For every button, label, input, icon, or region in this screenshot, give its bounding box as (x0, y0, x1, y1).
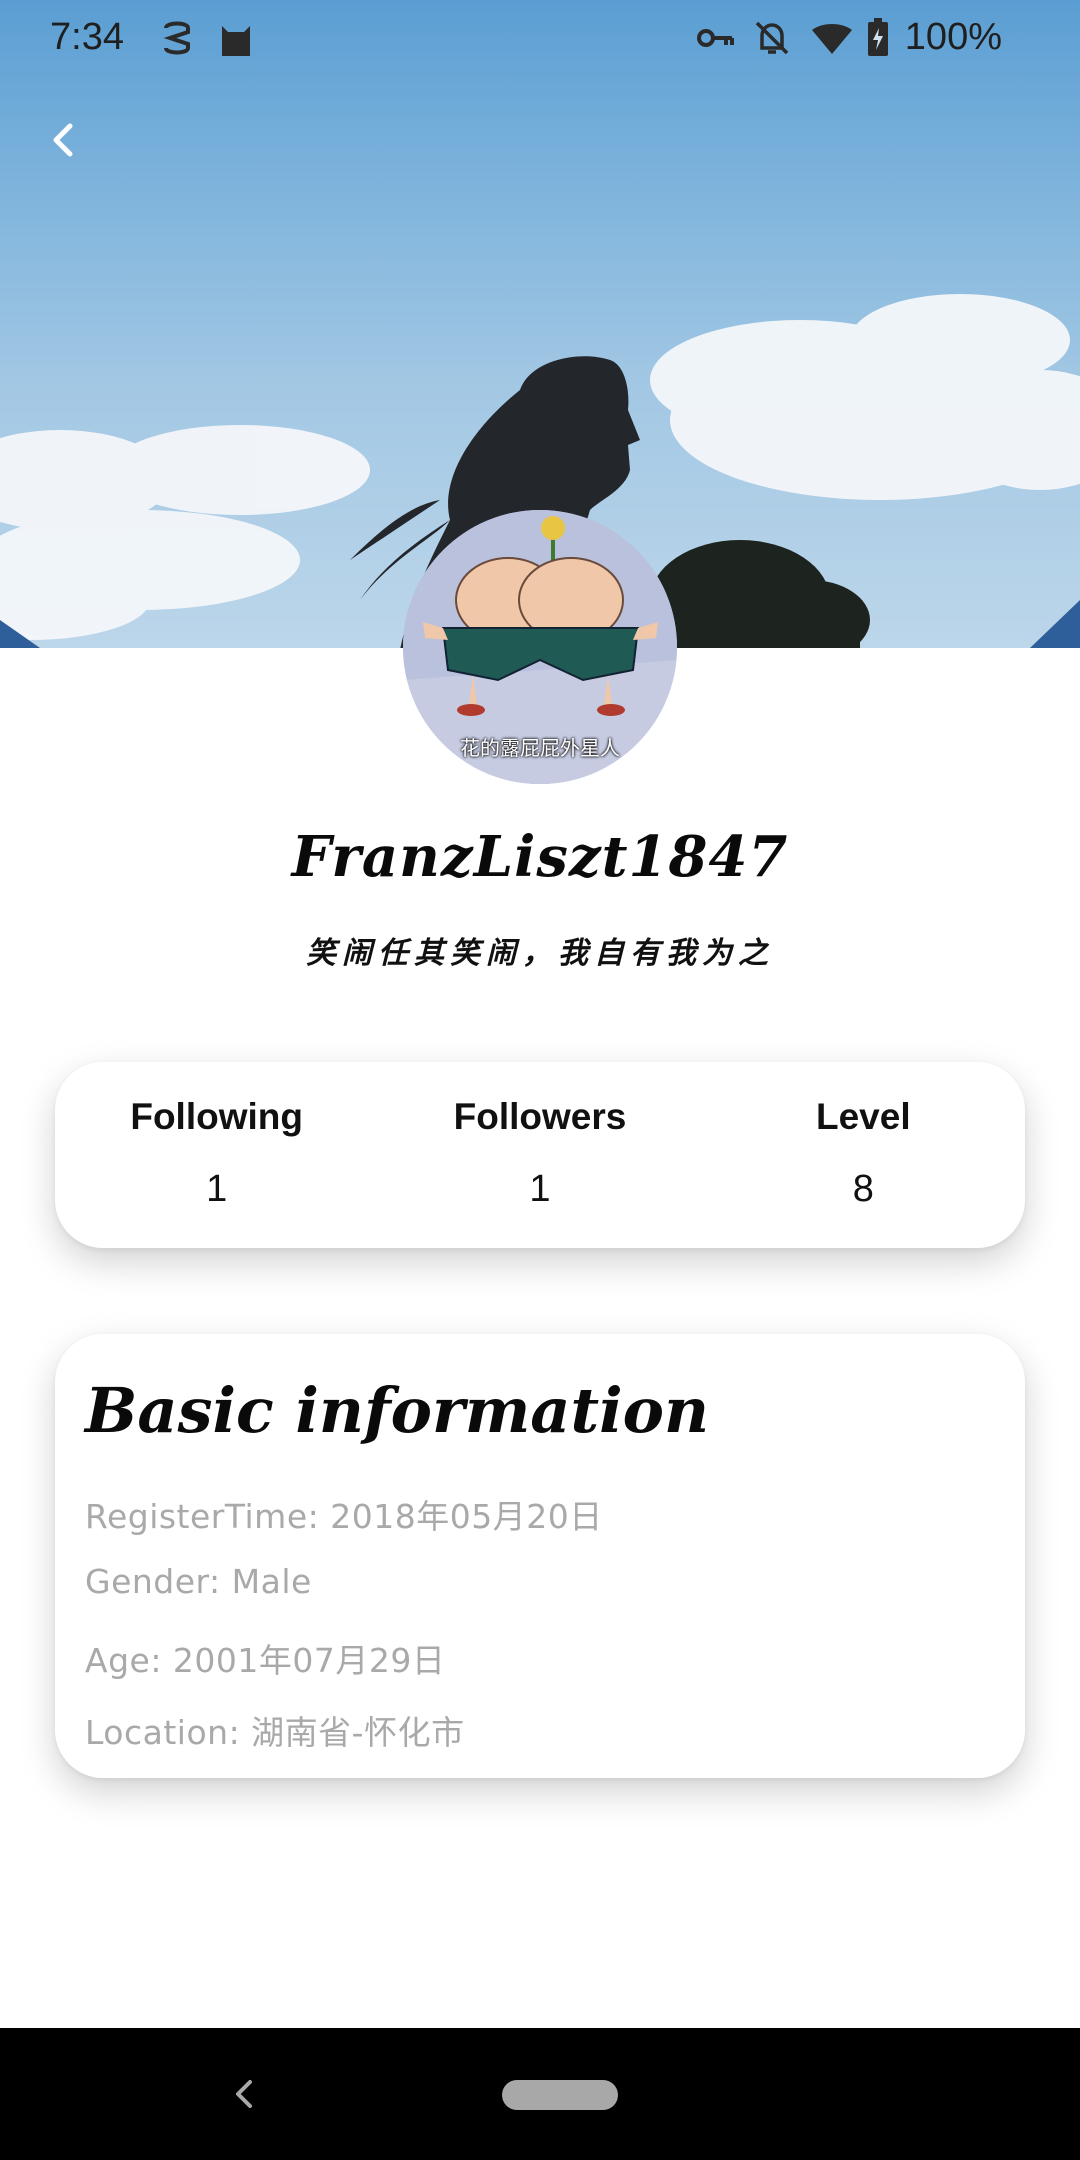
stats-card: Following 1 Followers 1 Level 8 (55, 1062, 1025, 1248)
basic-info-card: Basic information RegisterTime: 2018年05月… (55, 1334, 1025, 1778)
age-row: Age: 2001年07月29日 (85, 1641, 446, 1680)
battery-charging-icon (866, 18, 890, 68)
status-bar: 7:34 100% (0, 0, 1080, 80)
s-app-icon (160, 18, 194, 68)
basic-info-title: Basic information (85, 1374, 710, 1447)
stat-label: Level (816, 1096, 911, 1137)
gender-row: Gender: Male (85, 1562, 312, 1601)
stat-label: Followers (453, 1096, 627, 1137)
stat-value: 1 (529, 1168, 551, 1210)
vpn-key-icon (696, 18, 736, 68)
stat-following[interactable]: Following 1 (55, 1062, 378, 1248)
stat-value: 8 (852, 1168, 874, 1210)
wifi-icon (810, 18, 854, 68)
stat-label: Following (130, 1096, 303, 1137)
avatar[interactable]: 花的露屁屁外星人 (403, 510, 677, 784)
stat-level[interactable]: Level 8 (702, 1062, 1025, 1248)
username: FranzLiszt1847 (291, 824, 789, 890)
signature: 笑闹任其笑闹，我自有我为之 (306, 936, 774, 971)
stat-value: 1 (206, 1168, 228, 1210)
nav-back-icon (236, 2080, 252, 2108)
status-time: 7:34 (50, 16, 124, 58)
cat-app-icon (218, 18, 254, 68)
nav-back-button[interactable] (222, 2072, 266, 2116)
register-time-row: RegisterTime: 2018年05月20日 (85, 1497, 603, 1536)
back-button[interactable] (34, 112, 90, 168)
home-pill-icon[interactable] (502, 2080, 618, 2110)
system-navigation-bar (0, 2028, 1080, 2160)
chevron-left-icon (53, 123, 73, 157)
profile-screen: 7:34 100% 花的露屁屁外星人 FranzLiszt1847 笑闹任其笑闹… (0, 0, 1080, 2160)
avatar-caption: 花的露屁屁外星人 (460, 736, 620, 760)
notifications-off-icon (752, 18, 792, 68)
stat-followers[interactable]: Followers 1 (378, 1062, 701, 1248)
location-row: Location: 湖南省-怀化市 (85, 1713, 465, 1752)
battery-percentage: 100% (904, 16, 1002, 58)
